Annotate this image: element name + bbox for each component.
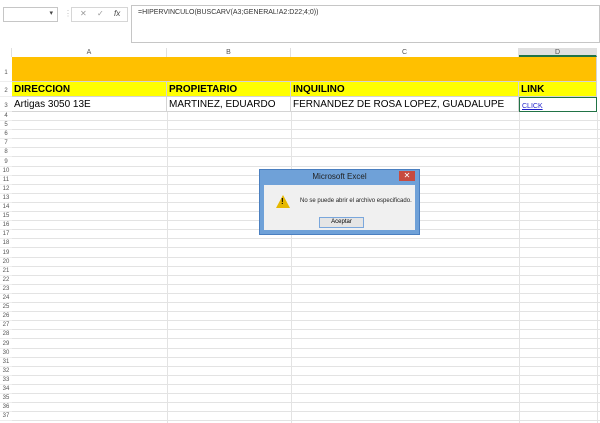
row-header[interactable]: 14 [0, 203, 12, 213]
header-propietario[interactable]: PROPIETARIO [167, 82, 291, 97]
row-header[interactable]: 35 [0, 394, 12, 404]
formula-buttons: ✕ ✓ fx [71, 7, 128, 22]
grid-row [12, 249, 600, 258]
row-header[interactable]: 9 [0, 158, 12, 167]
row-header[interactable]: 22 [0, 276, 12, 285]
row-header[interactable]: 3 [0, 97, 12, 112]
dialog-body: ! No se puede abrir el archivo especific… [264, 185, 415, 230]
row-header[interactable]: 16 [0, 221, 12, 231]
grid-row [12, 303, 600, 313]
dialog-title: Microsoft Excel [312, 172, 367, 181]
row-header[interactable]: 15 [0, 212, 12, 222]
grid-row [12, 403, 600, 413]
grid-row [12, 394, 600, 404]
grid-row [12, 330, 600, 340]
col-header-a[interactable]: A [12, 48, 167, 57]
grid-row [12, 158, 600, 167]
grid-row [12, 349, 600, 358]
row-header[interactable]: 2 [0, 82, 12, 97]
row-header[interactable]: 19 [0, 249, 12, 258]
cell-b3[interactable]: MARTINEZ, EDUARDO [167, 97, 291, 112]
row-header[interactable]: 27 [0, 321, 12, 331]
row-header[interactable]: 32 [0, 367, 12, 376]
formula-bar: ▾ ⋮ ✕ ✓ fx =HIPERVINCULO(BUSCARV(A3;GENE… [0, 0, 600, 47]
grid-row [12, 258, 600, 267]
function-icon[interactable]: fx [114, 9, 120, 18]
row-header[interactable]: 30 [0, 349, 12, 358]
warning-icon: ! [276, 195, 290, 208]
grid-row [12, 139, 600, 149]
row-header[interactable]: 10 [0, 167, 12, 176]
grid-row [12, 130, 600, 140]
row-header[interactable]: 11 [0, 176, 12, 185]
row-header[interactable]: 28 [0, 330, 12, 340]
banner-row[interactable] [12, 57, 597, 82]
grid-row [12, 376, 600, 385]
grid-row [12, 367, 600, 376]
row-header[interactable]: 21 [0, 267, 12, 276]
grid-row [12, 294, 600, 304]
header-inquilino[interactable]: INQUILINO [291, 82, 519, 97]
cancel-icon[interactable]: ✕ [80, 9, 87, 18]
row-header[interactable]: 31 [0, 358, 12, 367]
ok-button[interactable]: Aceptar [319, 217, 364, 228]
row-header[interactable]: 36 [0, 403, 12, 413]
row-header[interactable]: 17 [0, 230, 12, 240]
error-dialog: Microsoft Excel ✕ ! No se puede abrir el… [259, 169, 420, 235]
col-header-d[interactable]: D [519, 48, 597, 57]
grid-row [12, 267, 600, 276]
row-header[interactable]: 5 [0, 121, 12, 131]
row-header[interactable]: 13 [0, 194, 12, 203]
row-header[interactable]: 26 [0, 312, 12, 322]
name-box[interactable]: ▾ [3, 7, 58, 22]
formula-input[interactable]: =HIPERVINCULO(BUSCARV(A3;GENERAL!A2:D22;… [131, 5, 600, 43]
cell-c3[interactable]: FERNANDEZ DE ROSA LOPEZ, GUADALUPE [291, 97, 519, 112]
row-header[interactable]: 24 [0, 294, 12, 304]
col-header-b[interactable]: B [167, 48, 291, 57]
row-header[interactable]: 33 [0, 376, 12, 385]
row-header[interactable]: 4 [0, 112, 12, 122]
row-header[interactable]: 18 [0, 239, 12, 249]
row-header[interactable]: 8 [0, 148, 12, 158]
row-header[interactable]: 12 [0, 185, 12, 194]
dialog-message: No se puede abrir el archivo especificad… [300, 198, 412, 204]
row-header[interactable]: 34 [0, 385, 12, 395]
row-header[interactable]: 6 [0, 130, 12, 140]
cell-d3-link[interactable]: CLICK [519, 97, 597, 112]
grid-row [12, 321, 600, 331]
grid-row [12, 112, 600, 122]
row-header[interactable]: 23 [0, 285, 12, 294]
grid-row [12, 121, 600, 131]
row-header[interactable]: 37 [0, 412, 12, 422]
row-header[interactable]: 25 [0, 303, 12, 313]
grid-row [12, 276, 600, 285]
select-all[interactable] [0, 48, 12, 57]
grid-row [12, 239, 600, 249]
grid-row [12, 285, 600, 294]
grid-row [12, 340, 600, 349]
cell-a3[interactable]: Artigas 3050 13E [12, 97, 167, 112]
row-header[interactable]: 1 [0, 57, 12, 82]
close-button[interactable]: ✕ [399, 171, 415, 181]
grid-row [12, 148, 600, 158]
grid-row [12, 385, 600, 395]
chevron-down-icon[interactable]: ▾ [49, 9, 53, 17]
header-link[interactable]: LINK [519, 82, 597, 97]
row-header[interactable]: 20 [0, 258, 12, 267]
enter-icon[interactable]: ✓ [97, 9, 104, 18]
row-header[interactable]: 7 [0, 139, 12, 149]
header-direccion[interactable]: DIRECCION [12, 82, 167, 97]
grid-row [12, 412, 600, 422]
col-header-c[interactable]: C [291, 48, 519, 57]
grid-row [12, 358, 600, 367]
row-header[interactable]: 29 [0, 340, 12, 349]
grid-row [12, 312, 600, 322]
